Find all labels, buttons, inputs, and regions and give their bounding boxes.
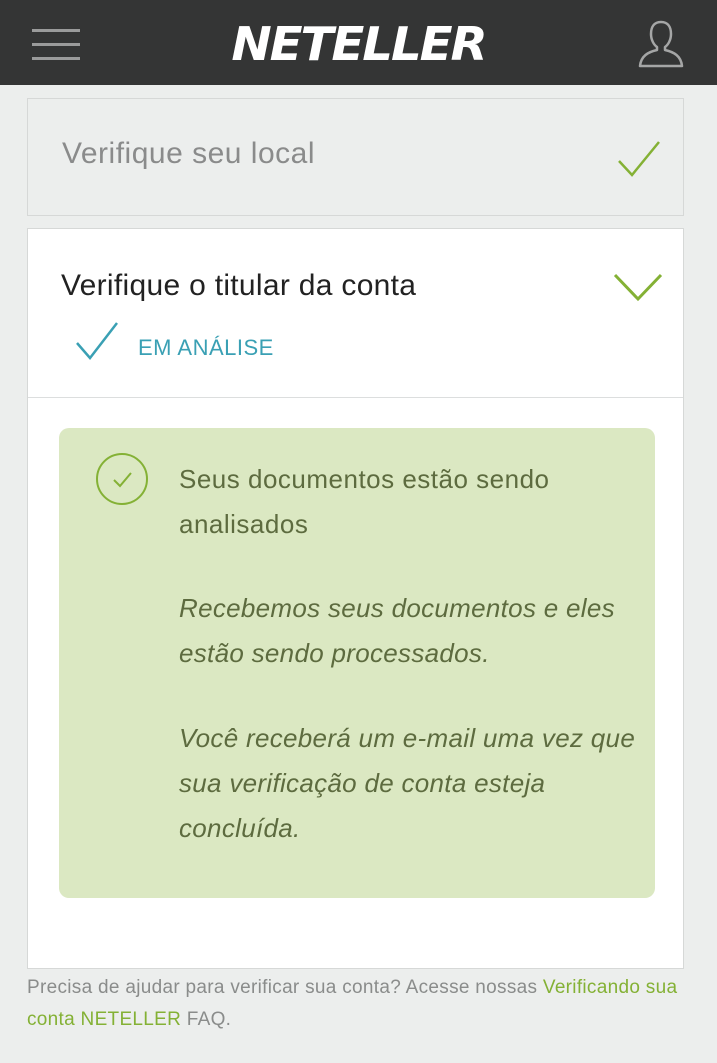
checkmark-icon <box>618 141 660 177</box>
help-footer: Precisa de ajudar para verificar sua con… <box>27 972 697 1036</box>
notice-paragraph: Você receberá um e-mail uma vez que sua … <box>179 723 636 843</box>
step-verify-location[interactable]: Verifique seu local <box>27 98 684 216</box>
notice-title: Seus documentos estão sendo analisados <box>179 464 550 539</box>
step-title: Verifique seu local <box>62 137 315 170</box>
chevron-down-icon[interactable] <box>613 272 663 302</box>
step-verify-account-holder: Verifique o titular da conta EM ANÁLISE … <box>27 228 684 969</box>
user-profile-icon[interactable] <box>636 18 686 70</box>
notice-paragraph: Recebemos seus documentos e eles estão s… <box>179 593 615 668</box>
neteller-logo: NETELLER <box>231 17 487 71</box>
step-title: Verifique o titular da conta <box>61 269 417 302</box>
circle-check-icon <box>96 453 148 505</box>
checkmark-icon <box>76 322 118 360</box>
review-notice-panel: Seus documentos estão sendo analisados R… <box>59 428 655 898</box>
top-navigation-bar: NETELLER <box>0 0 717 85</box>
divider <box>28 397 683 398</box>
status-badge: EM ANÁLISE <box>138 335 274 360</box>
footer-suffix: FAQ. <box>181 1009 232 1030</box>
footer-text: Precisa de ajudar para verificar sua con… <box>27 977 543 998</box>
